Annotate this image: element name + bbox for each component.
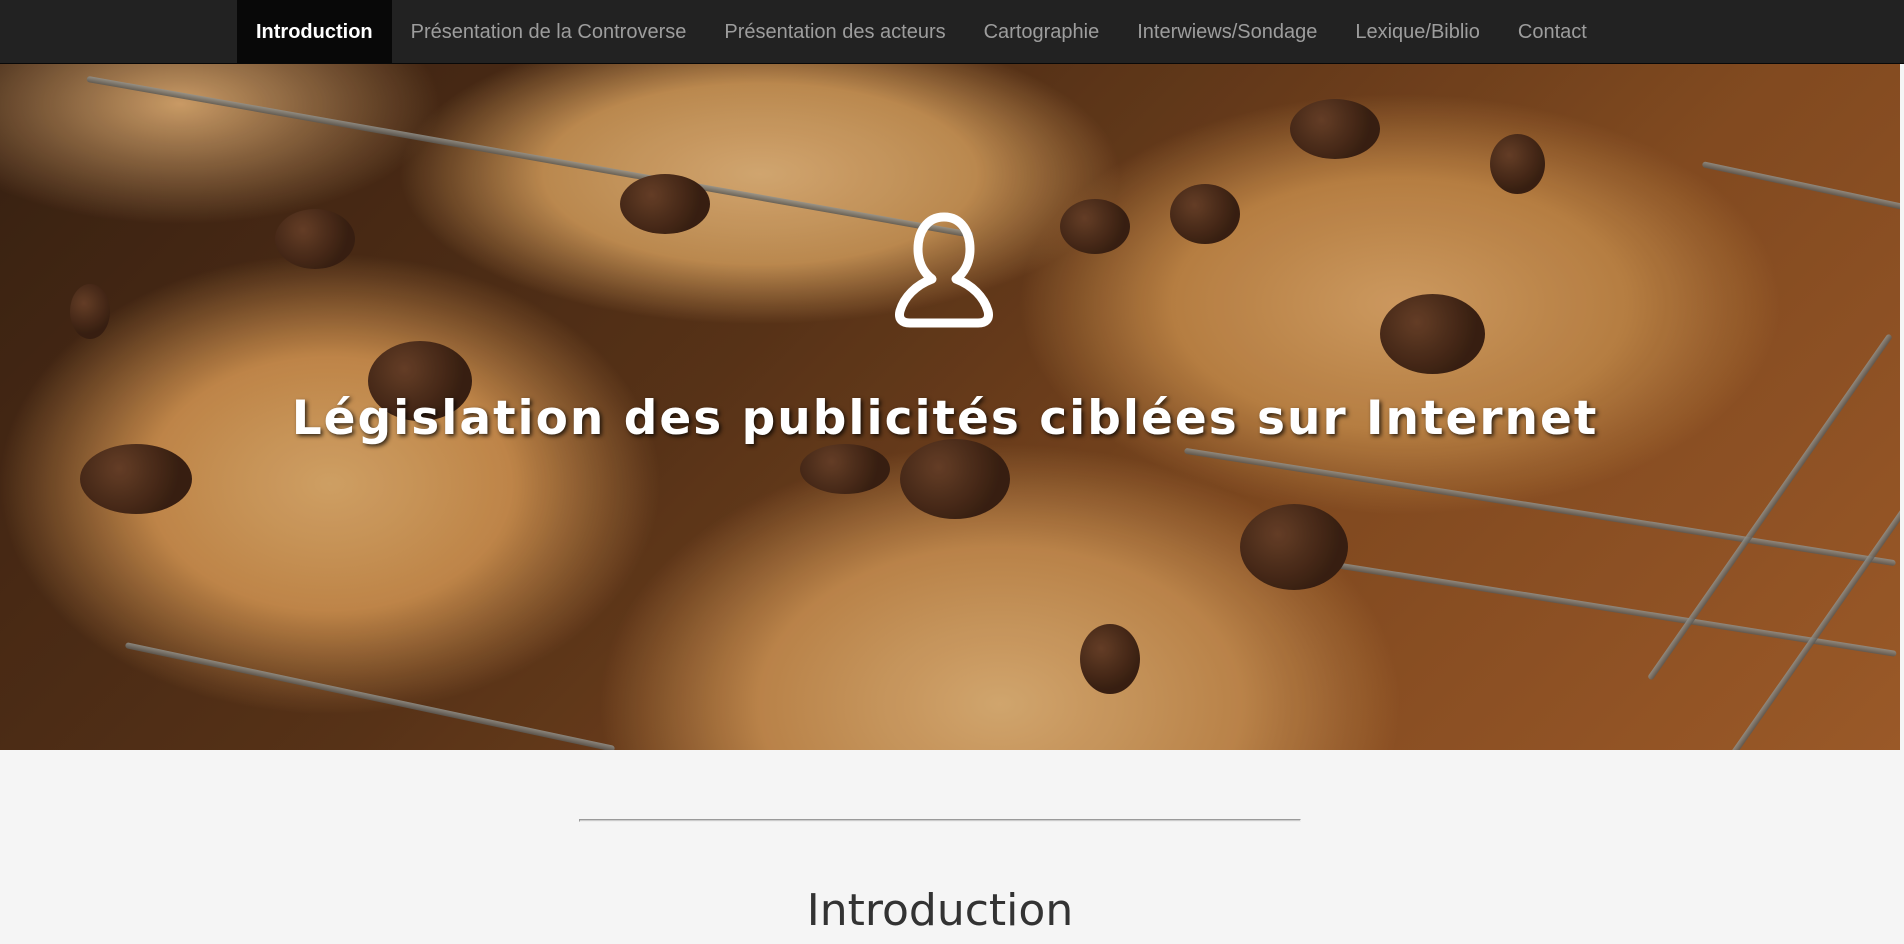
nav-item-lexique[interactable]: Lexique/Biblio: [1336, 0, 1499, 64]
top-navbar: Introduction Présentation de la Controve…: [0, 0, 1904, 64]
nav-item-interviews[interactable]: Interwiews/Sondage: [1118, 0, 1336, 64]
user-profile-icon: [895, 212, 993, 328]
intro-heading: Introduction: [806, 885, 1074, 936]
nav-item-acteurs[interactable]: Présentation des acteurs: [705, 0, 964, 64]
hero-banner: Législation des publicités ciblées sur I…: [0, 64, 1900, 750]
nav-item-controverse[interactable]: Présentation de la Controverse: [392, 0, 706, 64]
nav-item-introduction[interactable]: Introduction: [237, 0, 392, 64]
section-divider: [579, 819, 1301, 822]
nav-menu: Introduction Présentation de la Controve…: [237, 0, 1606, 64]
nav-item-contact[interactable]: Contact: [1499, 0, 1606, 64]
hero-title: Législation des publicités ciblées sur I…: [291, 391, 1599, 446]
nav-item-cartographie[interactable]: Cartographie: [965, 0, 1119, 64]
